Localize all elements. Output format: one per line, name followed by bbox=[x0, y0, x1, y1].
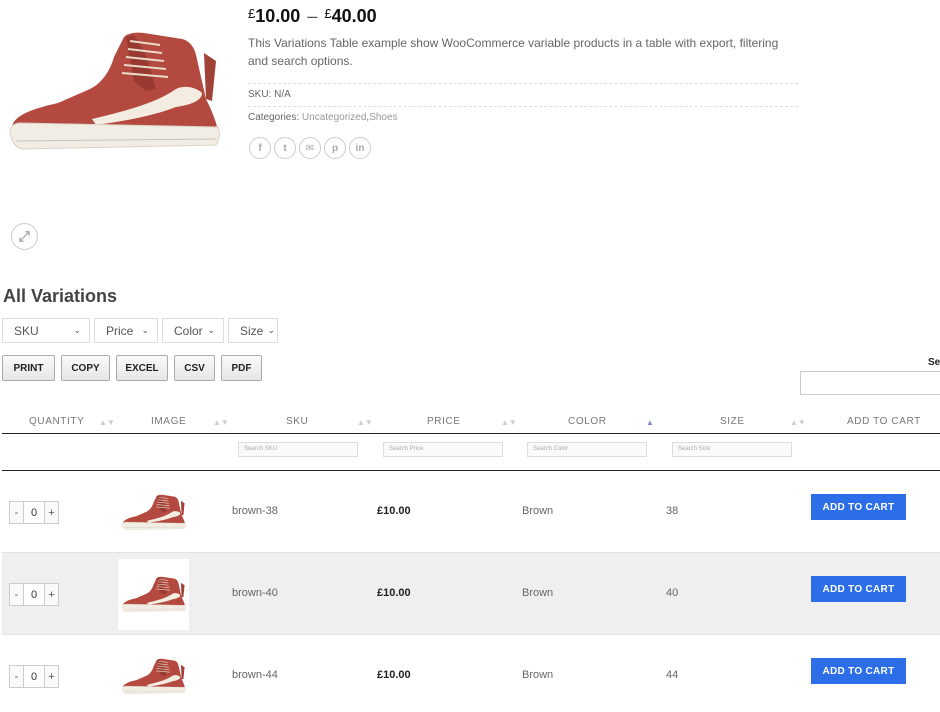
quantity-increase-button[interactable]: + bbox=[44, 665, 59, 688]
linkedin-icon[interactable]: in bbox=[349, 137, 371, 159]
filter-bar: SKU ⌄ Price ⌄ Color ⌄ Size ⌄ bbox=[2, 318, 278, 343]
csv-button[interactable]: CSV bbox=[174, 355, 215, 381]
search-size-input[interactable]: Search Size bbox=[672, 442, 792, 457]
table-row: - 0 + brown-44 £10.00 Brown 44 ADD TO CA… bbox=[2, 635, 940, 712]
variation-thumbnail[interactable] bbox=[118, 641, 189, 712]
search-sku-input[interactable]: Search SKU bbox=[238, 442, 358, 457]
size-cell: 40 bbox=[666, 587, 679, 599]
table-search-input[interactable] bbox=[800, 371, 940, 395]
search-label: Se bbox=[928, 357, 940, 368]
column-header-sku[interactable]: SKU bbox=[286, 416, 308, 427]
product-main-image bbox=[6, 28, 224, 158]
product-price-range: £10.00 – £40.00 bbox=[248, 6, 377, 26]
chevron-down-icon: ⌄ bbox=[73, 325, 81, 335]
chevron-down-icon: ⌄ bbox=[267, 325, 275, 335]
search-color-input[interactable]: Search Color bbox=[527, 442, 647, 457]
size-cell: 44 bbox=[666, 669, 679, 681]
table-row: - 0 + brown-38 £10.00 Brown 38 ADD TO CA… bbox=[2, 471, 940, 553]
quantity-input[interactable]: 0 bbox=[24, 583, 44, 606]
pinterest-icon[interactable]: p bbox=[324, 137, 346, 159]
zoom-expand-icon[interactable] bbox=[11, 223, 38, 250]
copy-button[interactable]: COPY bbox=[61, 355, 110, 381]
sku-cell: brown-38 bbox=[232, 505, 278, 517]
search-price-input[interactable]: Search Price bbox=[383, 442, 503, 457]
filter-size-dropdown[interactable]: Size ⌄ bbox=[228, 318, 278, 343]
color-cell: Brown bbox=[522, 505, 554, 517]
pdf-button[interactable]: PDF bbox=[221, 355, 262, 381]
quantity-increase-button[interactable]: + bbox=[44, 583, 59, 606]
product-description: This Variations Table example show WooCo… bbox=[248, 36, 779, 68]
sku-cell: brown-44 bbox=[232, 669, 278, 681]
sort-icon: ▲▼ bbox=[501, 418, 517, 427]
category-link-uncategorized[interactable]: Uncategorized bbox=[302, 112, 366, 123]
quantity-decrease-button[interactable]: - bbox=[9, 583, 24, 606]
product-sku: SKU: N/A bbox=[248, 89, 291, 100]
product-categories: Categories: Uncategorized,Shoes bbox=[248, 112, 398, 123]
print-button[interactable]: PRINT bbox=[2, 355, 55, 381]
email-icon[interactable]: ✉ bbox=[299, 137, 321, 159]
quantity-decrease-button[interactable]: - bbox=[9, 665, 24, 688]
column-header-image[interactable]: IMAGE bbox=[151, 416, 186, 427]
variation-thumbnail[interactable] bbox=[118, 559, 189, 630]
filter-price-dropdown[interactable]: Price ⌄ bbox=[94, 318, 158, 343]
quantity-input[interactable]: 0 bbox=[24, 501, 44, 524]
quantity-stepper: - 0 + bbox=[9, 501, 59, 524]
table-row: - 0 + brown-40 £10.00 Brown 40 ADD TO CA… bbox=[2, 553, 940, 635]
add-to-cart-button[interactable]: ADD TO CART bbox=[811, 658, 906, 684]
price-cell: £10.00 bbox=[377, 669, 411, 681]
twitter-icon[interactable]: t bbox=[274, 137, 296, 159]
export-buttons: PRINT COPY EXCEL CSV PDF bbox=[2, 355, 262, 381]
facebook-icon[interactable]: f bbox=[249, 137, 271, 159]
quantity-stepper: - 0 + bbox=[9, 665, 59, 688]
column-header-quantity[interactable]: QUANTITY bbox=[29, 416, 84, 427]
chevron-down-icon: ⌄ bbox=[141, 325, 149, 335]
sort-icon: ▲▼ bbox=[357, 418, 373, 427]
size-cell: 38 bbox=[666, 505, 679, 517]
column-header-add-to-cart: ADD TO CART bbox=[847, 416, 921, 427]
table-header: QUANTITY ▲▼ IMAGE ▲▼ SKU ▲▼ PRICE ▲▼ COL… bbox=[2, 408, 940, 434]
variation-thumbnail[interactable] bbox=[118, 477, 189, 548]
add-to-cart-button[interactable]: ADD TO CART bbox=[811, 576, 906, 602]
price-cell: £10.00 bbox=[377, 505, 411, 517]
color-cell: Brown bbox=[522, 669, 554, 681]
excel-button[interactable]: EXCEL bbox=[116, 355, 168, 381]
filter-color-dropdown[interactable]: Color ⌄ bbox=[162, 318, 224, 343]
column-search-row: Search SKU Search Price Search Color Sea… bbox=[2, 434, 940, 471]
quantity-decrease-button[interactable]: - bbox=[9, 501, 24, 524]
section-title: All Variations bbox=[3, 286, 118, 306]
column-header-price[interactable]: PRICE bbox=[427, 416, 461, 427]
quantity-increase-button[interactable]: + bbox=[44, 501, 59, 524]
sort-ascending-icon: ▲ bbox=[646, 418, 654, 427]
quantity-stepper: - 0 + bbox=[9, 583, 59, 606]
divider bbox=[248, 106, 798, 107]
divider bbox=[248, 83, 798, 84]
price-cell: £10.00 bbox=[377, 587, 411, 599]
sort-icon: ▲▼ bbox=[213, 418, 229, 427]
column-header-size[interactable]: SIZE bbox=[720, 416, 745, 427]
share-icons: f t ✉ p in bbox=[249, 137, 371, 159]
quantity-input[interactable]: 0 bbox=[24, 665, 44, 688]
sku-cell: brown-40 bbox=[232, 587, 278, 599]
category-link-shoes[interactable]: Shoes bbox=[369, 112, 397, 123]
column-header-color[interactable]: COLOR bbox=[568, 416, 607, 427]
filter-sku-dropdown[interactable]: SKU ⌄ bbox=[2, 318, 90, 343]
color-cell: Brown bbox=[522, 587, 554, 599]
sort-icon: ▲▼ bbox=[790, 418, 806, 427]
chevron-down-icon: ⌄ bbox=[207, 325, 215, 335]
sort-icon: ▲▼ bbox=[99, 418, 115, 427]
add-to-cart-button[interactable]: ADD TO CART bbox=[811, 494, 906, 520]
